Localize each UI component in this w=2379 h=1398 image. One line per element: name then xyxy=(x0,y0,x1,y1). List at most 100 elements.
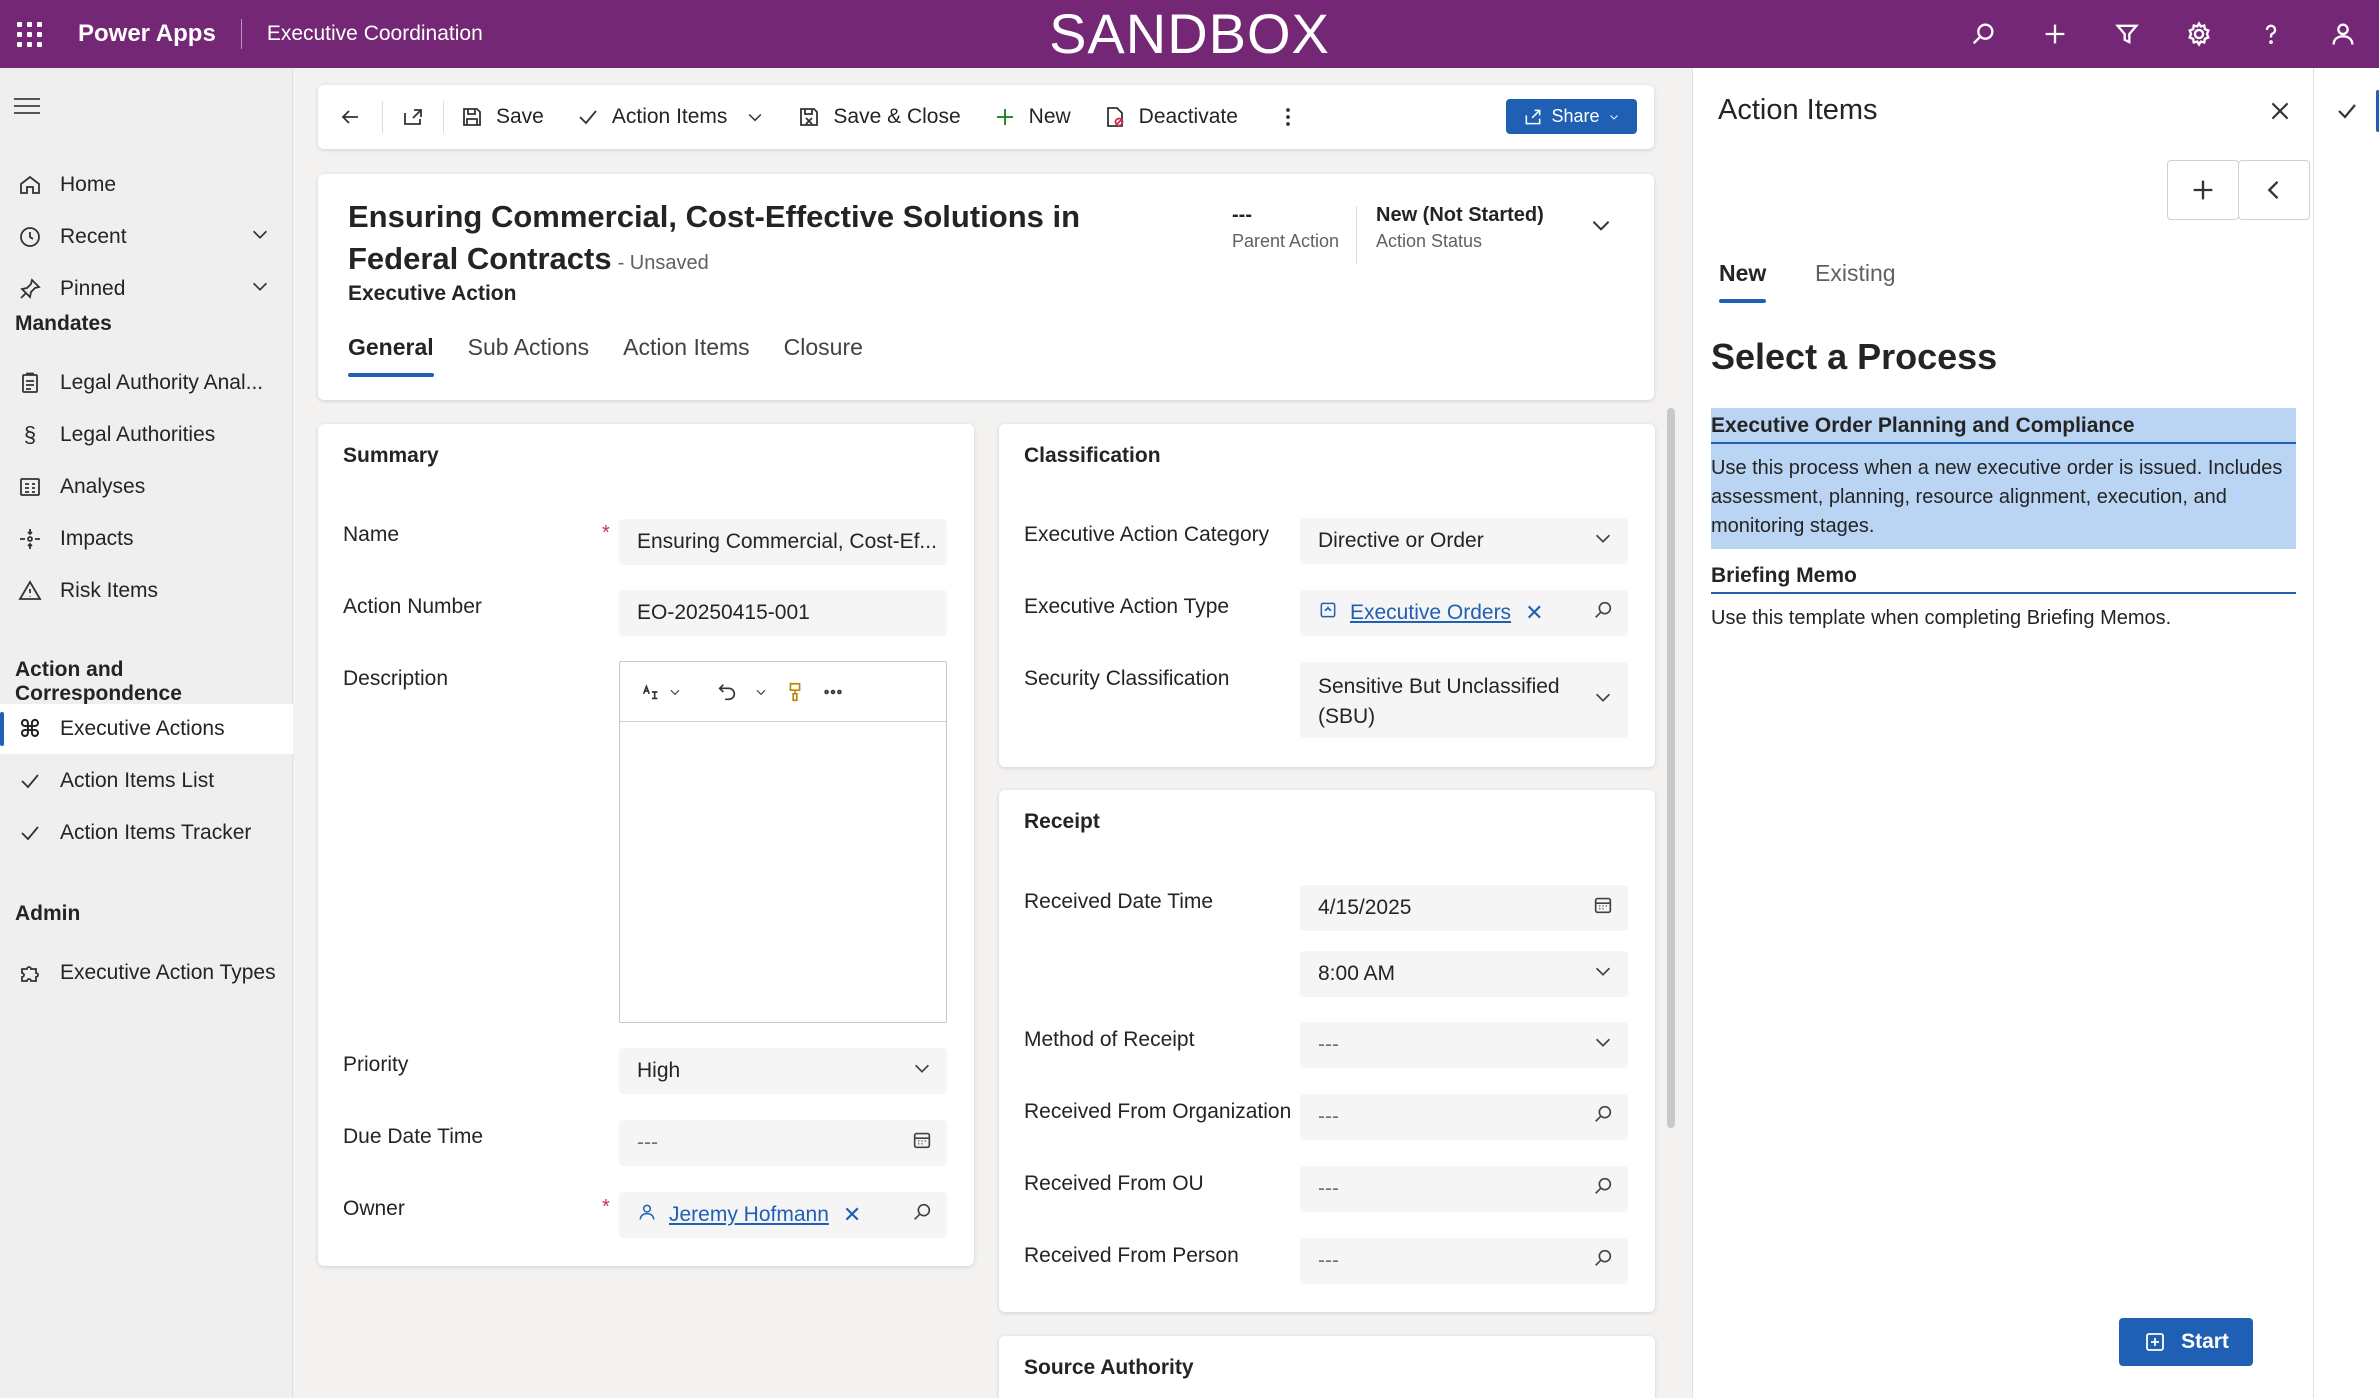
chevron-down-icon[interactable] xyxy=(249,223,271,251)
calendar-icon[interactable] xyxy=(1592,894,1614,922)
nav-legal-authorities[interactable]: § Legal Authorities xyxy=(0,410,293,460)
start-button[interactable]: Start xyxy=(2119,1318,2253,1366)
app-launcher-icon[interactable] xyxy=(0,0,58,68)
nav-impacts[interactable]: Impacts xyxy=(0,514,293,564)
action-items-button[interactable]: Action Items xyxy=(560,85,782,149)
chevron-down-icon xyxy=(1592,1031,1614,1059)
nav-pinned[interactable]: Pinned xyxy=(0,264,293,314)
owner-link[interactable]: Jeremy Hofmann xyxy=(669,1203,829,1227)
command-bar: Save Action Items Save & Close New Deact… xyxy=(318,85,1654,149)
priority-select[interactable]: High xyxy=(619,1048,947,1094)
type-label: Executive Action Type xyxy=(1024,595,1230,618)
save-close-button[interactable]: Save & Close xyxy=(781,85,976,149)
tab-general[interactable]: General xyxy=(348,334,434,377)
record-title: Ensuring Commercial, Cost-Effective Solu… xyxy=(348,199,1081,276)
panel-tab-new[interactable]: New xyxy=(1719,260,1767,303)
tab-sub-actions[interactable]: Sub Actions xyxy=(468,334,589,377)
ou-lookup[interactable]: --- xyxy=(1300,1166,1628,1212)
action-items-pane-toggle[interactable] xyxy=(2314,86,2379,136)
action-number-field[interactable]: EO-20250415-001 xyxy=(619,590,947,636)
type-lookup[interactable]: Executive Orders ✕ xyxy=(1300,590,1628,636)
remove-type-icon[interactable]: ✕ xyxy=(1525,600,1543,626)
nav-legal-authorities-label: Legal Authorities xyxy=(60,423,216,446)
undo-icon xyxy=(718,683,736,700)
more-commands-button[interactable] xyxy=(1254,85,1322,149)
gear-icon[interactable] xyxy=(2163,0,2235,68)
source-authority-section: Source Authority xyxy=(999,1336,1655,1398)
received-time-select[interactable]: 8:00 AM xyxy=(1300,951,1628,997)
expand-header-button[interactable] xyxy=(1588,212,1614,244)
select-process-heading: Select a Process xyxy=(1711,336,1998,377)
method-select[interactable]: --- xyxy=(1300,1022,1628,1068)
nav-legal-authority-analysis[interactable]: Legal Authority Anal... xyxy=(0,358,293,408)
undo-button[interactable] xyxy=(716,681,768,703)
panel-tab-existing[interactable]: Existing xyxy=(1815,260,1896,303)
deactivate-button[interactable]: Deactivate xyxy=(1087,85,1254,149)
panel-add-button[interactable] xyxy=(2167,160,2239,220)
filter-icon[interactable] xyxy=(2091,0,2163,68)
save-button[interactable]: Save xyxy=(444,85,560,149)
environment-name[interactable]: Executive Coordination xyxy=(267,22,483,46)
main-scrollbar[interactable] xyxy=(1667,408,1675,1128)
plus-icon[interactable] xyxy=(2019,0,2091,68)
type-link[interactable]: Executive Orders xyxy=(1350,601,1511,625)
process-briefing-memo[interactable]: Briefing Memo Use this template when com… xyxy=(1711,558,2296,641)
nav-home[interactable]: Home xyxy=(0,160,293,210)
search-icon[interactable] xyxy=(1592,599,1614,627)
action-number-label: Action Number xyxy=(343,595,482,618)
nav-executive-actions[interactable]: ⌘ Executive Actions xyxy=(0,704,293,754)
remove-owner-icon[interactable]: ✕ xyxy=(843,1202,861,1228)
search-icon[interactable] xyxy=(1592,1103,1614,1131)
record-tabs: General Sub Actions Action Items Closure xyxy=(348,334,897,377)
hamburger-icon[interactable] xyxy=(14,98,40,119)
summary-title: Summary xyxy=(343,444,439,467)
name-field[interactable]: Ensuring Commercial, Cost-Ef... xyxy=(619,519,947,565)
back-button[interactable] xyxy=(318,85,382,149)
search-icon[interactable] xyxy=(1947,0,2019,68)
close-icon[interactable] xyxy=(2267,98,2293,130)
security-select[interactable]: Sensitive But Unclassified (SBU) xyxy=(1300,662,1628,738)
process-executive-order[interactable]: Executive Order Planning and Compliance … xyxy=(1711,408,2296,549)
more-options-button[interactable] xyxy=(822,681,844,703)
nav-executive-action-types[interactable]: Executive Action Types xyxy=(0,948,293,998)
format-painter-button[interactable] xyxy=(784,681,806,703)
person-lookup[interactable]: --- xyxy=(1300,1238,1628,1284)
app-name[interactable]: Power Apps xyxy=(78,20,216,48)
nav-group-admin: Admin xyxy=(15,902,81,925)
open-in-new-window-button[interactable] xyxy=(383,85,443,149)
owner-lookup[interactable]: Jeremy Hofmann ✕ xyxy=(619,1192,947,1238)
received-date-field[interactable]: 4/15/2025 xyxy=(1300,885,1628,931)
org-lookup[interactable]: --- xyxy=(1300,1094,1628,1140)
nav-analyses[interactable]: Analyses xyxy=(0,462,293,512)
font-format-button[interactable] xyxy=(640,681,682,703)
clock-icon xyxy=(0,225,60,249)
panel-collapse-button[interactable] xyxy=(2238,160,2310,220)
chevron-down-icon[interactable] xyxy=(249,275,271,303)
due-date-label: Due Date Time xyxy=(343,1125,484,1148)
nav-action-items-list[interactable]: Action Items List xyxy=(0,756,293,806)
description-editor[interactable] xyxy=(619,661,947,1023)
header-action-status[interactable]: New (Not Started) Action Status xyxy=(1376,204,1544,252)
tab-action-items[interactable]: Action Items xyxy=(623,334,750,377)
nav-recent[interactable]: Recent xyxy=(0,212,293,262)
due-date-field[interactable]: --- xyxy=(619,1120,947,1166)
search-icon[interactable] xyxy=(1592,1175,1614,1203)
user-icon[interactable] xyxy=(2307,0,2379,68)
nav-analyses-label: Analyses xyxy=(60,475,146,498)
receipt-title: Receipt xyxy=(1024,810,1100,833)
tab-closure[interactable]: Closure xyxy=(784,334,863,377)
help-icon[interactable] xyxy=(2235,0,2307,68)
top-bar: Power Apps Executive Coordination SANDBO… xyxy=(0,0,2379,68)
search-icon[interactable] xyxy=(911,1201,933,1229)
category-select[interactable]: Directive or Order xyxy=(1300,518,1628,564)
calendar-icon[interactable] xyxy=(911,1129,933,1157)
nav-risk-items[interactable]: Risk Items xyxy=(0,566,293,616)
share-button[interactable]: Share xyxy=(1506,99,1637,134)
nav-executive-actions-label: Executive Actions xyxy=(60,717,225,740)
new-button[interactable]: New xyxy=(977,85,1087,149)
owner-label: Owner xyxy=(343,1197,405,1220)
checkmark-icon xyxy=(0,769,60,793)
search-icon[interactable] xyxy=(1592,1247,1614,1275)
nav-action-items-tracker[interactable]: Action Items Tracker xyxy=(0,808,293,858)
header-parent-action[interactable]: --- Parent Action xyxy=(1232,204,1339,252)
